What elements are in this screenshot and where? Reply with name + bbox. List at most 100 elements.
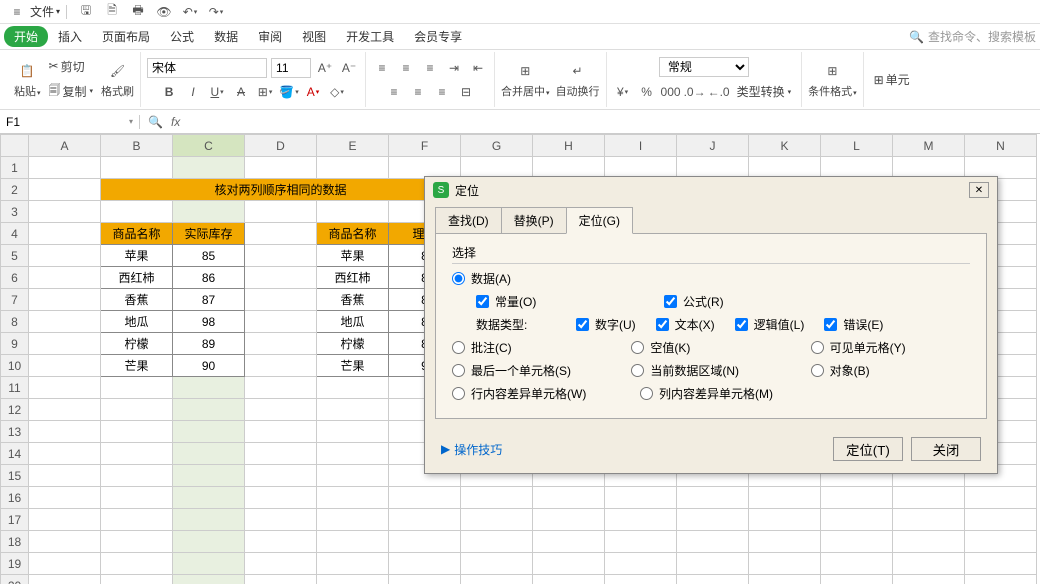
cell[interactable] <box>893 487 965 509</box>
cell[interactable] <box>317 465 389 487</box>
tab-formula[interactable]: 公式 <box>160 24 204 49</box>
cell[interactable]: 89 <box>173 333 245 355</box>
row-header[interactable]: 9 <box>1 333 29 355</box>
close-button[interactable]: 关闭 <box>911 437 981 461</box>
cell[interactable] <box>245 487 317 509</box>
cut-button[interactable]: ✂剪切 <box>45 56 98 77</box>
cell[interactable] <box>173 201 245 223</box>
cell[interactable] <box>461 575 533 584</box>
cell[interactable] <box>101 553 173 575</box>
col-header[interactable]: H <box>533 135 605 157</box>
cell[interactable] <box>29 509 101 531</box>
row-header[interactable]: 16 <box>1 487 29 509</box>
format-painter-icon[interactable]: 🖌 <box>108 61 128 81</box>
cell[interactable]: 西红柿 <box>317 267 389 289</box>
cell[interactable] <box>749 509 821 531</box>
cell[interactable] <box>29 201 101 223</box>
cell[interactable] <box>29 531 101 553</box>
paste-icon[interactable]: 📋 <box>17 61 37 81</box>
cell[interactable] <box>101 377 173 399</box>
cell[interactable] <box>101 421 173 443</box>
tab-insert[interactable]: 插入 <box>48 24 92 49</box>
cell[interactable] <box>173 399 245 421</box>
row-header[interactable]: 7 <box>1 289 29 311</box>
cell[interactable] <box>29 355 101 377</box>
title-cell[interactable]: 核对两列顺序相同的数据 <box>101 179 461 201</box>
cell[interactable]: 苹果 <box>317 245 389 267</box>
cell[interactable] <box>317 201 389 223</box>
radio-rowdiff[interactable]: 行内容差异单元格(W) <box>452 385 620 402</box>
cell[interactable] <box>29 443 101 465</box>
row-header[interactable]: 5 <box>1 245 29 267</box>
cell[interactable] <box>317 421 389 443</box>
merge-icon[interactable]: ⊞ <box>515 61 535 81</box>
cell[interactable] <box>389 575 461 584</box>
radio-lastcell[interactable]: 最后一个单元格(S) <box>452 362 611 379</box>
col-header[interactable]: I <box>605 135 677 157</box>
cell[interactable] <box>245 377 317 399</box>
wrap-text-button[interactable]: 自动换行 <box>556 83 600 99</box>
cell[interactable] <box>317 157 389 179</box>
cell[interactable] <box>101 399 173 421</box>
cell[interactable] <box>101 443 173 465</box>
cell[interactable] <box>461 509 533 531</box>
cell[interactable] <box>173 531 245 553</box>
cell[interactable] <box>461 487 533 509</box>
copy-button[interactable]: 🗐复制 <box>45 79 98 104</box>
cell[interactable]: 商品名称 <box>101 223 173 245</box>
cell[interactable]: 实际库存 <box>173 223 245 245</box>
row-header[interactable]: 15 <box>1 465 29 487</box>
cell[interactable] <box>965 575 1037 584</box>
cell[interactable] <box>749 531 821 553</box>
cell[interactable]: 柠檬 <box>317 333 389 355</box>
cell[interactable]: 98 <box>173 311 245 333</box>
tab-home[interactable]: 开始 <box>4 26 48 47</box>
cell[interactable] <box>29 575 101 584</box>
cell[interactable]: 86 <box>173 267 245 289</box>
cell[interactable] <box>245 223 317 245</box>
col-header[interactable]: C <box>173 135 245 157</box>
cell[interactable] <box>821 553 893 575</box>
cell[interactable] <box>965 509 1037 531</box>
decrease-decimal-icon[interactable]: ←.0 <box>709 82 729 102</box>
print-icon[interactable]: 🖶 <box>128 2 148 22</box>
fx-search-icon[interactable]: 🔍 <box>148 115 163 129</box>
bold-button[interactable]: B <box>159 82 179 102</box>
cell[interactable] <box>173 575 245 584</box>
tab-dev[interactable]: 开发工具 <box>336 24 404 49</box>
col-header[interactable]: K <box>749 135 821 157</box>
row-header[interactable]: 3 <box>1 201 29 223</box>
cell[interactable]: 地瓜 <box>101 311 173 333</box>
cell[interactable] <box>245 421 317 443</box>
cell[interactable] <box>533 575 605 584</box>
cell[interactable] <box>245 553 317 575</box>
cell[interactable]: 87 <box>173 289 245 311</box>
cell[interactable] <box>29 267 101 289</box>
cell[interactable] <box>749 575 821 584</box>
cell[interactable] <box>245 201 317 223</box>
dialog-tab-goto[interactable]: 定位(G) <box>566 207 633 234</box>
cell[interactable]: 90 <box>173 355 245 377</box>
app-menu-icon[interactable]: ≡ <box>8 3 26 21</box>
row-header[interactable]: 20 <box>1 575 29 584</box>
cell[interactable] <box>317 553 389 575</box>
paste-button[interactable]: 粘贴 <box>14 83 41 99</box>
cell[interactable] <box>389 509 461 531</box>
cell[interactable] <box>317 509 389 531</box>
col-header[interactable]: J <box>677 135 749 157</box>
cell[interactable] <box>173 553 245 575</box>
cell[interactable] <box>245 245 317 267</box>
row-header[interactable]: 14 <box>1 443 29 465</box>
tab-view[interactable]: 视图 <box>292 24 336 49</box>
radio-visible[interactable]: 可见单元格(Y) <box>811 339 970 356</box>
cell[interactable] <box>893 531 965 553</box>
number-format-select[interactable]: 常规 <box>659 57 749 77</box>
cell[interactable] <box>245 531 317 553</box>
cell[interactable] <box>605 509 677 531</box>
cell[interactable] <box>173 377 245 399</box>
cell[interactable] <box>317 399 389 421</box>
save-as-icon[interactable]: 🗎 <box>102 2 122 22</box>
cell[interactable] <box>29 223 101 245</box>
cell[interactable] <box>245 311 317 333</box>
increase-decimal-icon[interactable]: .0→ <box>685 82 705 102</box>
